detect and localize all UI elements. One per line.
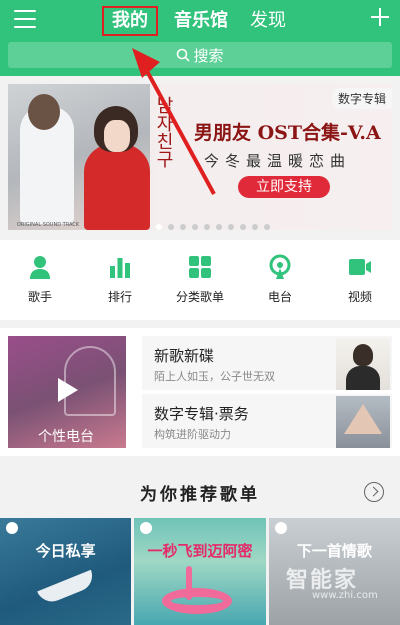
nav-label: 视频 — [347, 290, 372, 304]
banner-caption: ORIGINAL SOUND TRACK — [16, 222, 80, 228]
nav-label: 排行 — [107, 290, 132, 304]
banner-subtitle: 今冬最温暖恋曲 — [204, 152, 352, 170]
personal-radio-card[interactable]: 个性电台 — [8, 336, 126, 448]
card-title: 数字专辑·票务 — [154, 405, 249, 423]
card-subtitle: 陌上人如玉，公子世无双 — [154, 370, 275, 383]
digital-album-card[interactable]: 数字专辑·票务 构筑进阶驱动力 — [142, 394, 392, 448]
feature-section: 个性电台 新歌新碟 陌上人如玉，公子世无双 数字专辑·票务 构筑进阶驱动力 — [0, 328, 400, 456]
ranking-icon — [110, 258, 130, 278]
promo-banner[interactable]: ORIGINAL SOUND TRACK 남자친구 数字专辑 男朋友 OST合集… — [8, 84, 392, 230]
nav-category[interactable]: 分类歌单 — [160, 240, 240, 320]
tab-music-hall[interactable]: 音乐馆 — [174, 6, 228, 36]
card-subtitle: 构筑进阶驱动力 — [154, 428, 231, 441]
carousel-dots[interactable] — [156, 224, 270, 230]
nav-label: 电台 — [267, 290, 292, 304]
nav-singer[interactable]: 歌手 — [0, 240, 80, 320]
radio-label: 个性电台 — [38, 429, 94, 445]
support-button[interactable]: 立即支持 — [238, 176, 330, 198]
banner-tag: 数字专辑 — [331, 88, 392, 109]
chevron-right-icon[interactable] — [364, 482, 384, 502]
playlist-card[interactable]: 今日私享 — [0, 518, 132, 625]
nav-label: 歌手 — [27, 290, 52, 304]
listen-icon — [274, 522, 287, 534]
nav-radio[interactable]: 电台 — [240, 240, 320, 320]
category-icon — [189, 256, 211, 278]
playlist-label: 今日私享 — [35, 542, 96, 560]
search-bar[interactable]: 搜索 — [8, 42, 392, 68]
listen-icon — [140, 522, 153, 534]
nav-ranking[interactable]: 排行 — [80, 240, 160, 320]
playlist-label: 下一首情歌 — [296, 542, 372, 560]
banner-image: ORIGINAL SOUND TRACK — [8, 84, 150, 230]
playlist-card[interactable]: 一秒飞到迈阿密 — [134, 518, 266, 625]
watermark-url: www.zhi.com — [312, 590, 378, 601]
recommend-title: 为你推荐歌单 — [140, 485, 260, 505]
search-icon — [177, 48, 191, 62]
card-thumbnail — [336, 396, 390, 448]
search-label: 搜索 — [193, 46, 224, 65]
playlist-label: 一秒飞到迈阿密 — [147, 542, 253, 560]
quick-nav: 歌手 排行 分类歌单 电台 视频 — [0, 240, 400, 320]
banner-vertical-title: 남자친구 — [153, 96, 174, 168]
play-icon[interactable] — [58, 378, 78, 402]
singer-icon — [30, 256, 50, 279]
banner-title: 男朋友 OST合集-V.A — [194, 122, 381, 144]
radio-icon — [269, 254, 291, 279]
tab-mine[interactable]: 我的 — [102, 6, 158, 36]
menu-icon[interactable] — [14, 10, 36, 28]
nav-label: 分类歌单 — [175, 290, 224, 304]
nav-video[interactable]: 视频 — [320, 240, 400, 320]
video-icon — [349, 259, 371, 275]
tab-discover[interactable]: 发现 — [250, 6, 286, 36]
add-icon[interactable] — [370, 7, 390, 27]
card-title: 新歌新碟 — [154, 347, 215, 365]
new-releases-card[interactable]: 新歌新碟 陌上人如玉，公子世无双 — [142, 336, 392, 390]
card-thumbnail — [336, 338, 390, 390]
listen-icon — [6, 522, 18, 534]
top-bar: 我的 音乐馆 发现 搜索 — [0, 0, 400, 76]
